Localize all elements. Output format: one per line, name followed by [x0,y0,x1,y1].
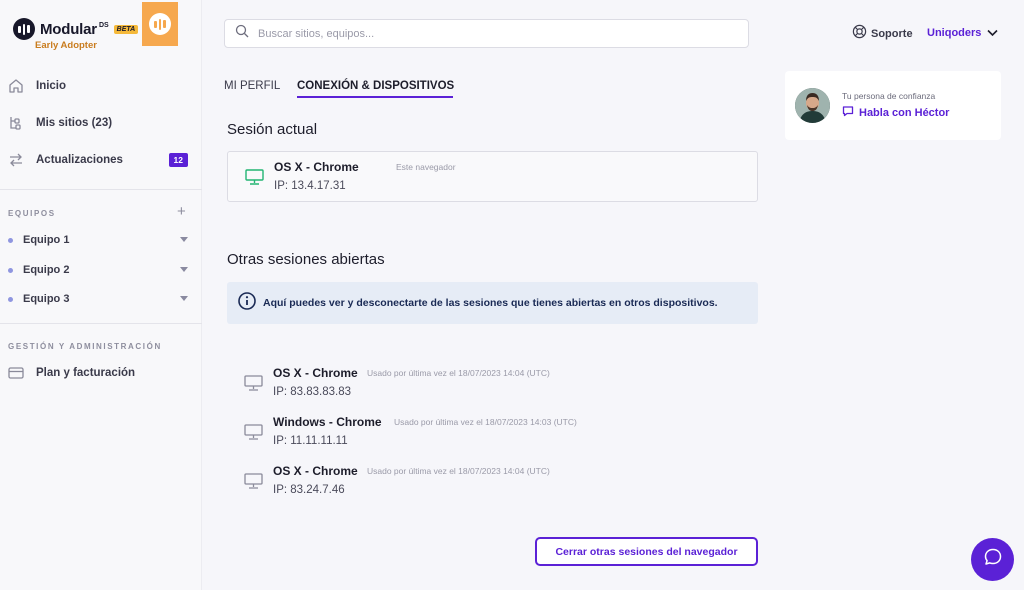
current-session-title: Sesión actual [227,121,318,138]
chat-bubble-icon [983,547,1003,572]
current-session-card: OS X - Chrome Este navegador IP: 13.4.17… [227,151,758,202]
device-name: OS X - Chrome [273,464,358,478]
updates-count-badge: 12 [168,153,188,167]
sidebar-item-plan-facturacion[interactable]: Plan y facturación [8,360,194,386]
chat-launcher-button[interactable] [971,538,1014,581]
sidebar-item-label: Plan y facturación [36,367,136,379]
device-ip: IP: 11.11.11.11 [273,435,348,447]
sidebar: Modular DS BETA Early Adopter Inicio Mis… [0,0,202,590]
team-label: Equipo 3 [23,293,70,305]
beta-badge: BETA [113,24,139,34]
monitor-icon [245,169,264,190]
lifebuoy-icon [852,24,867,44]
brand-subtitle: Early Adopter [35,40,97,51]
avatar [795,88,830,123]
sidebar-item-label: Actualizaciones [36,154,123,166]
workspace-logo-icon [149,13,171,35]
team-label: Equipo 1 [23,234,70,246]
tab-mi-perfil[interactable]: MI PERFIL [224,80,280,92]
sidebar-item-inicio[interactable]: Inicio [8,73,194,99]
sidebar-item-label: Mis sitios (23) [36,117,113,129]
home-icon [8,78,24,94]
info-banner: Aquí puedes ver y desconectarte de las s… [227,282,758,324]
close-other-sessions-button[interactable]: Cerrar otras sesiones del navegador [535,537,758,566]
info-text: Aquí puedes ver y desconectarte de las s… [263,297,718,309]
team-dot-icon [8,267,13,273]
device-name: OS X - Chrome [274,160,359,174]
search-icon [235,24,249,43]
trust-person-card: Tu persona de confianza Habla con Héctor [785,71,1001,140]
caret-down-icon[interactable] [180,237,188,242]
team-item-1[interactable]: Equipo 1 [8,229,190,251]
team-label: Equipo 2 [23,264,70,276]
support-link[interactable]: Soporte [852,24,913,44]
team-item-3[interactable]: Equipo 3 [8,288,190,310]
device-name: OS X - Chrome [273,366,358,380]
device-ip: IP: 13.4.17.31 [274,180,346,192]
session-item: OS X - Chrome Usado por última vez el 18… [244,462,744,506]
chevron-down-icon [987,24,998,42]
device-meta: Usado por última vez el 18/07/2023 14:03… [394,417,577,427]
search-bar[interactable] [224,19,749,48]
sites-icon [8,115,24,131]
info-icon [238,291,256,315]
session-item: OS X - Chrome Usado por última vez el 18… [244,364,744,408]
sidebar-item-mis-sitios[interactable]: Mis sitios (23) [8,110,194,136]
sidebar-divider [0,189,202,190]
monitor-icon [244,424,263,445]
modular-logo-icon [13,18,35,40]
account-label: Uniqoders [927,27,982,39]
talk-to-hector-link[interactable]: Habla con Héctor [842,104,949,122]
trust-link-label: Habla con Héctor [859,107,950,119]
add-team-plus-icon[interactable]: + [177,204,186,219]
active-tab-indicator [297,96,453,98]
brand-name: Modular [40,20,97,38]
team-dot-icon [8,296,13,302]
device-ip: IP: 83.24.7.46 [273,484,345,496]
other-sessions-title: Otras sesiones abiertas [227,251,385,268]
workspace-tile[interactable] [142,2,178,46]
device-name: Windows - Chrome [273,415,382,429]
admin-section-title: GESTIÓN Y ADMINISTRACIÓN [8,342,162,351]
team-dot-icon [8,237,13,243]
sidebar-divider [0,323,202,324]
search-input[interactable] [258,27,738,40]
monitor-icon [244,473,263,494]
trust-label: Tu persona de confianza [842,91,936,101]
support-label: Soporte [871,28,913,40]
swap-arrows-icon [8,152,24,168]
device-meta: Este navegador [396,162,456,172]
session-item: Windows - Chrome Usado por última vez el… [244,413,744,457]
caret-down-icon[interactable] [180,296,188,301]
sidebar-item-actualizaciones[interactable]: Actualizaciones 12 [8,147,194,173]
sidebar-item-label: Inicio [36,80,67,92]
brand-ds: DS [98,21,109,29]
device-meta: Usado por última vez el 18/07/2023 14:04… [367,466,550,476]
teams-section-title: EQUIPOS [8,209,56,218]
caret-down-icon[interactable] [180,267,188,272]
device-meta: Usado por última vez el 18/07/2023 14:04… [367,368,550,378]
monitor-icon [244,375,263,396]
brand-logo[interactable]: Modular DS BETA Early Adopter [13,18,139,51]
tab-conexion-dispositivos[interactable]: CONEXIÓN & DISPOSITIVOS [297,80,454,92]
credit-card-icon [8,365,24,381]
team-item-2[interactable]: Equipo 2 [8,259,190,281]
device-ip: IP: 83.83.83.83 [273,386,352,398]
account-menu[interactable]: Uniqoders [927,24,998,42]
chat-bubble-icon [842,104,854,122]
